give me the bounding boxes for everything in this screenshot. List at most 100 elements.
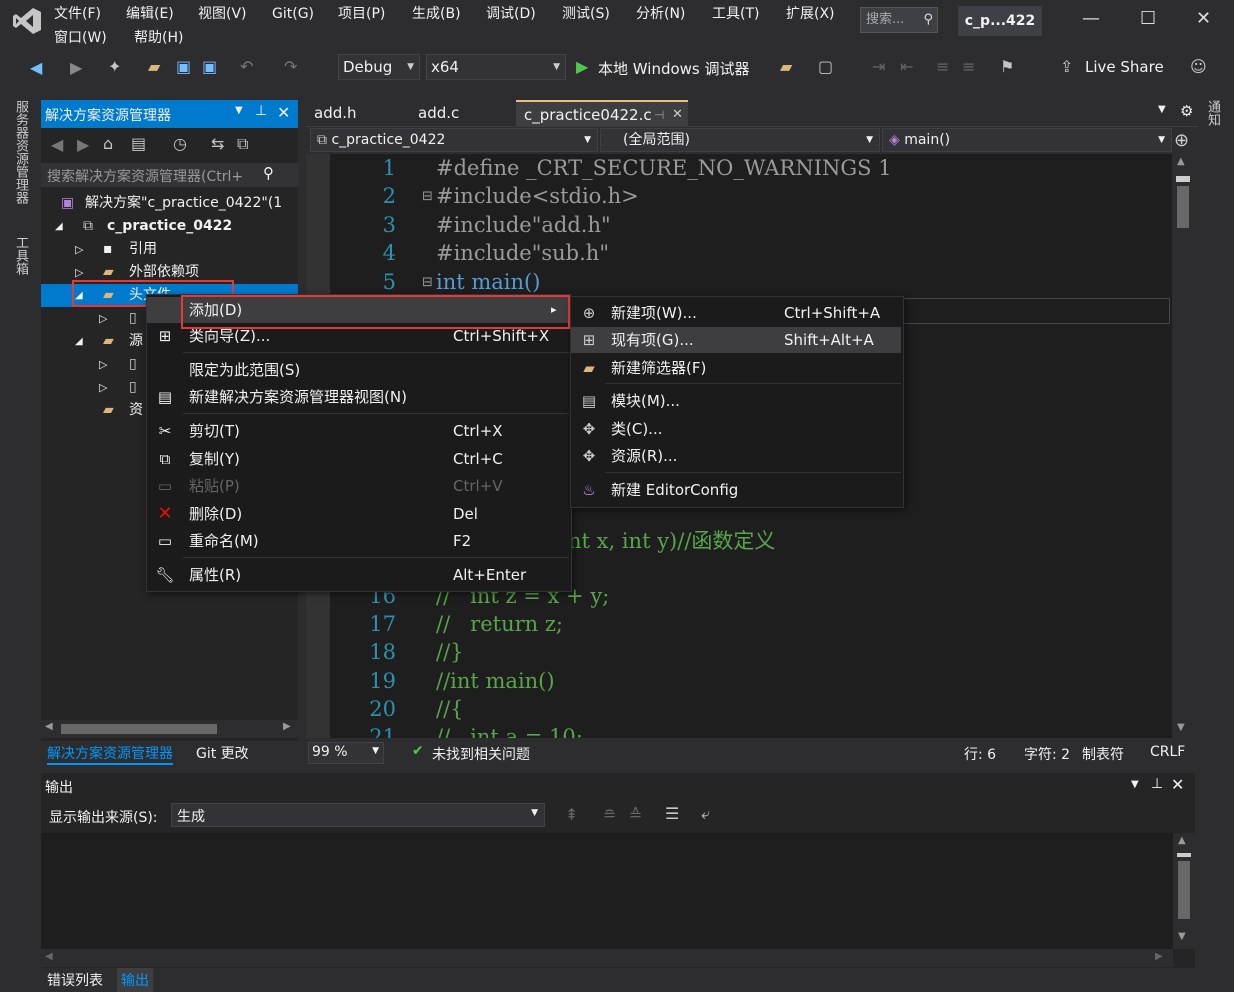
fold-icon[interactable]: ⊟	[422, 275, 433, 290]
outdent-icon[interactable]: ⇤	[900, 57, 913, 76]
menu-extensions[interactable]: 扩展(X)	[784, 4, 837, 24]
output-source-select[interactable]: 生成 ▼	[171, 803, 545, 827]
menu-analyze[interactable]: 分析(N)	[634, 4, 687, 24]
config-select[interactable]: Debug ▼	[338, 54, 420, 80]
nav-function-select[interactable]: ◈ main() ▼	[882, 128, 1172, 152]
menu-item-paste[interactable]: ▭ 粘贴(P) Ctrl+V	[147, 473, 569, 499]
next-message-icon[interactable]: ≙	[629, 805, 642, 824]
pending-changes-icon[interactable]: ◷	[173, 134, 187, 153]
char-status[interactable]: 字符: 2	[1024, 744, 1070, 764]
line-status[interactable]: 行: 6	[964, 744, 996, 764]
menu-item-delete[interactable]: ✕ 删除(D) Del	[147, 501, 569, 527]
forward-icon[interactable]: ▶	[77, 135, 89, 154]
menu-view[interactable]: 视图(V)	[196, 4, 249, 24]
chevron-down-icon[interactable]: ▼	[235, 105, 243, 116]
menu-item-properties[interactable]: 🔧︎ 属性(R) Alt+Enter	[147, 562, 569, 588]
close-icon[interactable]: ✕	[277, 103, 290, 122]
menu-git[interactable]: Git(G)	[270, 4, 316, 24]
tab-error-list[interactable]: 错误列表	[47, 970, 103, 990]
share-icon[interactable]: ⇪	[1060, 57, 1073, 76]
switch-view-icon[interactable]: ▤	[131, 134, 146, 153]
close-icon[interactable]: ✕	[672, 102, 683, 128]
collapse-all-icon[interactable]: ⧉	[237, 134, 248, 154]
menu-item-new-view[interactable]: ▤ 新建解决方案资源管理器视图(N)	[147, 384, 569, 410]
toolbox-tab[interactable]: 工具箱	[12, 236, 30, 275]
se-search[interactable]: 搜索解决方案资源管理器(Ctrl+ ⚲	[41, 163, 298, 187]
tab-add-h[interactable]: add.h	[306, 100, 365, 126]
back-icon[interactable]: ◀	[30, 58, 42, 77]
minimize-icon[interactable]: —	[1082, 8, 1100, 29]
menu-edit[interactable]: 编辑(E)	[124, 4, 176, 24]
save-icon[interactable]: ▣	[176, 57, 191, 76]
menu-project[interactable]: 项目(P)	[336, 4, 387, 24]
menu-item-rename[interactable]: ▭ 重命名(M) F2	[147, 528, 569, 554]
pin-icon[interactable]: ⊥	[1151, 776, 1163, 792]
home-icon[interactable]: ⌂	[103, 134, 113, 153]
server-explorer-tab[interactable]: 服务器资源管理器	[12, 100, 30, 204]
notifications-tab[interactable]: 通知	[1204, 100, 1222, 126]
find-message-icon[interactable]: ⇞	[565, 805, 578, 824]
gear-icon[interactable]: ⚙	[1180, 102, 1193, 120]
output-vscrollbar[interactable]: ▲ ▼	[1173, 833, 1195, 949]
editor-vscrollbar[interactable]: ▲ ▼	[1172, 154, 1194, 738]
eol-status[interactable]: CRLF	[1150, 744, 1185, 760]
prev-message-icon[interactable]: ≘	[603, 805, 616, 824]
search-box[interactable]: 搜索... ⚲	[860, 7, 938, 33]
submenu-editorconfig[interactable]: ♨ 新建 EditorConfig	[571, 477, 901, 503]
maximize-icon[interactable]: ☐	[1140, 8, 1156, 29]
tab-solution-explorer[interactable]: 解决方案资源管理器	[47, 743, 173, 765]
indent-icon[interactable]: ⇥	[872, 57, 885, 76]
submenu-resource[interactable]: ✥ 资源(R)...	[571, 443, 901, 469]
save-all-icon[interactable]: ▣	[202, 57, 217, 76]
menu-item-scope[interactable]: 限定为此范围(S)	[147, 357, 569, 383]
fold-icon[interactable]: ⊟	[422, 189, 433, 204]
chevron-down-icon[interactable]: ▼	[1131, 779, 1139, 790]
back-icon[interactable]: ◀	[51, 135, 63, 154]
platform-select[interactable]: x64 ▼	[426, 54, 566, 80]
tab-git-changes[interactable]: Git 更改	[196, 743, 249, 763]
submenu-new-item[interactable]: ⊕ 新建项(W)... Ctrl+Shift+A	[571, 300, 901, 326]
menu-item-cut[interactable]: ✂ 剪切(T) Ctrl+X	[147, 418, 569, 444]
submenu-module[interactable]: ▤ 模块(M)...	[571, 388, 901, 414]
se-hscrollbar[interactable]: ◀ ▶	[41, 720, 298, 738]
menu-window[interactable]: 窗口(W)	[52, 28, 109, 48]
output-text-area[interactable]	[41, 833, 1173, 949]
nav-project-select[interactable]: ⧉ c_practice_0422 ▼	[310, 128, 598, 152]
uncomment-icon[interactable]: ≡	[962, 57, 975, 76]
nav-scope-select[interactable]: (全局范围) ▼	[600, 128, 880, 152]
menu-test[interactable]: 测试(S)	[560, 4, 612, 24]
forward-icon[interactable]: ▶	[70, 58, 82, 77]
tab-c-practice[interactable]: c_practice0422.c ⊣ ✕	[516, 100, 688, 126]
menu-build[interactable]: 生成(B)	[410, 4, 463, 24]
issues-status[interactable]: 未找到相关问题	[432, 744, 530, 764]
tabs-status[interactable]: 制表符	[1082, 744, 1124, 764]
undo-icon[interactable]: ↶	[240, 57, 253, 76]
redo-icon[interactable]: ↷	[284, 57, 297, 76]
menu-file[interactable]: 文件(F)	[52, 4, 103, 24]
submenu-existing-item[interactable]: ⊞ 现有项(G)... Shift+Alt+A	[571, 327, 901, 353]
run-button[interactable]: 本地 Windows 调试器	[598, 58, 750, 79]
zoom-select[interactable]: 99 % ▼	[308, 742, 384, 764]
pin-icon[interactable]: ⊣	[654, 102, 664, 128]
clear-all-icon[interactable]: ☰	[665, 804, 679, 823]
pin-icon[interactable]: ⊥	[255, 103, 267, 119]
menu-item-copy[interactable]: ⧉ 复制(Y) Ctrl+C	[147, 446, 569, 472]
account-icon[interactable]: ☺	[1190, 57, 1207, 76]
comment-icon[interactable]: ≡	[936, 57, 949, 76]
chevron-down-icon[interactable]: ▼	[1158, 104, 1166, 115]
close-icon[interactable]: ✕	[1196, 8, 1211, 29]
menu-help[interactable]: 帮助(H)	[132, 28, 185, 48]
menu-tools[interactable]: 工具(T)	[710, 4, 761, 24]
tab-add-c[interactable]: add.c	[410, 100, 467, 126]
live-share-button[interactable]: Live Share	[1085, 58, 1164, 76]
start-debug-icon[interactable]: ▶	[576, 57, 588, 76]
word-wrap-icon[interactable]: ⤶	[701, 804, 710, 824]
menu-debug[interactable]: 调试(D)	[484, 4, 538, 24]
tab-output[interactable]: 输出	[117, 968, 153, 992]
submenu-new-filter[interactable]: ▰ 新建筛选器(F)	[571, 355, 901, 381]
sync-icon[interactable]: ⇆	[211, 134, 224, 153]
split-icon[interactable]: ⊕	[1174, 130, 1189, 151]
new-project-icon[interactable]: ✦	[108, 57, 121, 76]
browse-icon[interactable]: ▰	[780, 57, 792, 76]
close-icon[interactable]: ✕	[1171, 775, 1184, 794]
